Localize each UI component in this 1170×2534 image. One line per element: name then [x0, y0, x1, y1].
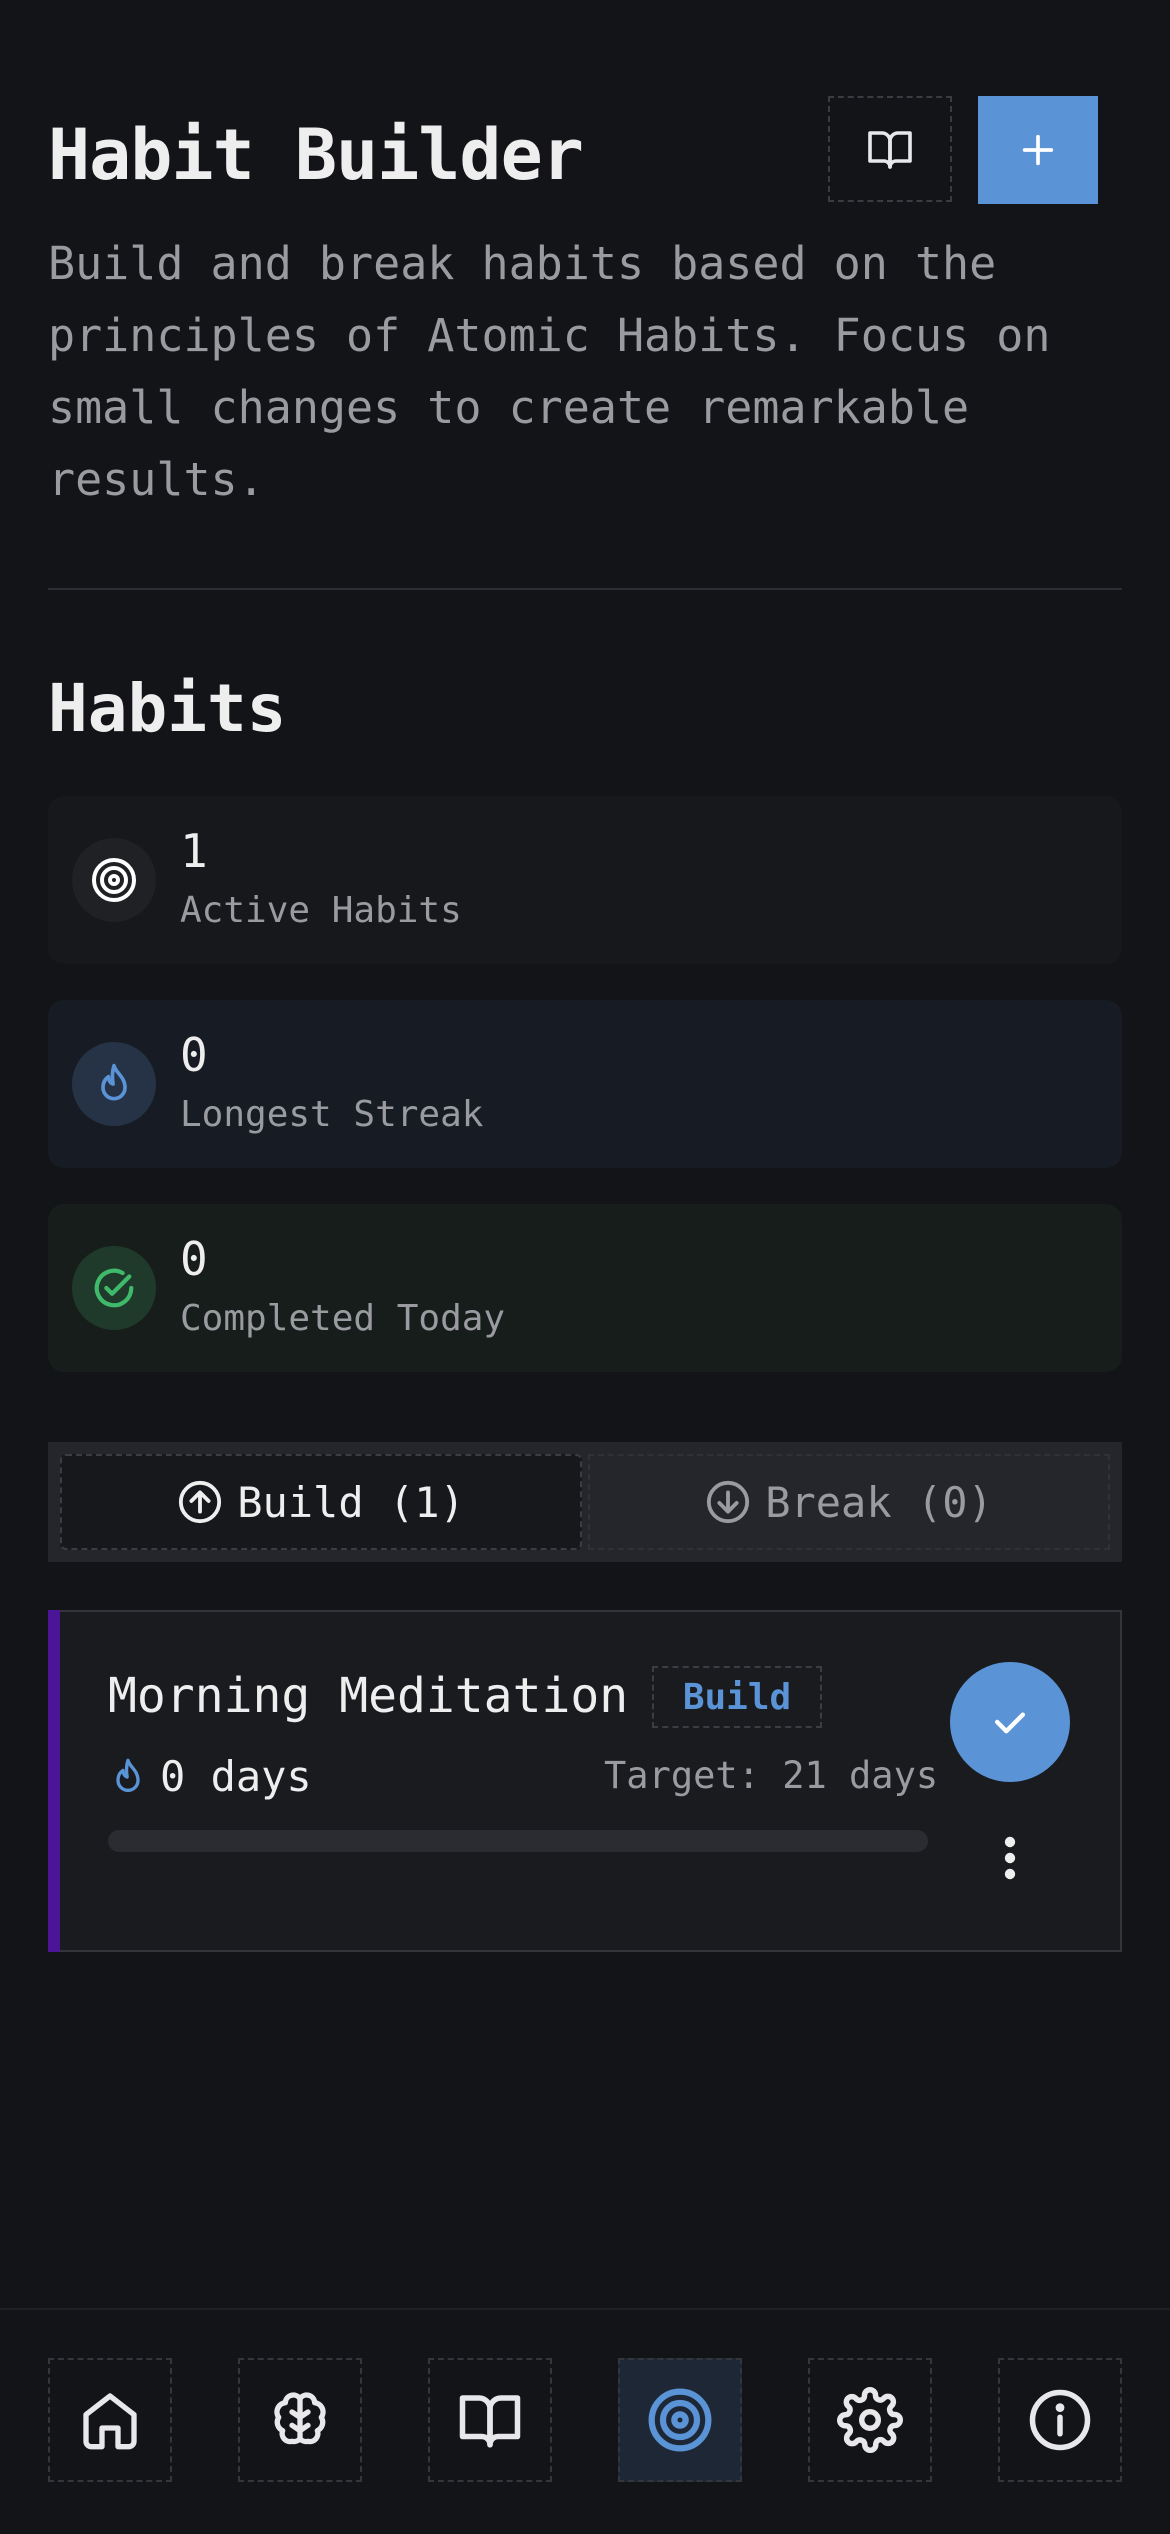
habit-color-stripe: [48, 1610, 60, 1952]
flame-icon: [116, 1758, 140, 1792]
habit-progress-bar: [108, 1830, 928, 1852]
nav-settings[interactable]: [808, 2358, 932, 2482]
plus-icon: [1022, 134, 1054, 166]
flame-icon: [72, 1042, 156, 1126]
divider: [48, 588, 1122, 590]
target-icon: [648, 2388, 712, 2452]
tab-build[interactable]: Build (1): [60, 1454, 582, 1550]
habit-streak: 0 days: [108, 1752, 312, 1801]
stat-value: 1: [180, 824, 208, 878]
target-icon: [72, 838, 156, 922]
nav-about[interactable]: [998, 2358, 1122, 2482]
complete-habit-button[interactable]: [950, 1662, 1070, 1782]
guide-button[interactable]: [828, 96, 952, 202]
section-title: Habits: [48, 670, 287, 747]
check-circle-icon: [72, 1246, 156, 1330]
gear-icon: [837, 2387, 903, 2453]
nav-journal[interactable]: [428, 2358, 552, 2482]
book-open-icon: [459, 2395, 521, 2448]
add-habit-button[interactable]: [978, 96, 1098, 204]
info-icon: [1029, 2389, 1091, 2451]
book-open-icon: [868, 131, 912, 169]
stat-card-longest-streak: 0 Longest Streak: [48, 1000, 1122, 1168]
stat-value: 0: [180, 1232, 208, 1286]
streak-value: 0 days: [160, 1752, 312, 1801]
stat-label: Longest Streak: [180, 1094, 484, 1135]
tab-label: Build (1): [237, 1477, 465, 1527]
arrow-down-circle-icon: [707, 1480, 750, 1524]
habit-type-badge: Build: [652, 1666, 822, 1728]
habit-name: Morning Meditation: [108, 1668, 629, 1724]
habit-type-tabs: Build (1) Break (0): [48, 1442, 1122, 1562]
nav-brain[interactable]: [238, 2358, 362, 2482]
home-icon: [83, 2393, 137, 2450]
tab-label: Break (0): [765, 1477, 993, 1527]
more-vertical-icon: [1004, 1836, 1016, 1880]
brain-icon: [274, 2392, 326, 2445]
stat-card-active-habits: 1 Active Habits: [48, 796, 1122, 964]
page-title: Habit Builder: [48, 114, 584, 196]
page-subtitle: Build and break habits based on the prin…: [48, 237, 1051, 506]
nav-home[interactable]: [48, 2358, 172, 2482]
stat-label: Active Habits: [180, 890, 462, 931]
nav-habits[interactable]: [618, 2358, 742, 2482]
stat-card-completed-today: 0 Completed Today: [48, 1204, 1122, 1372]
habit-card[interactable]: Morning Meditation Build 0 days Target: …: [48, 1610, 1122, 1952]
tab-break[interactable]: Break (0): [588, 1454, 1110, 1550]
arrow-up-circle-icon: [179, 1480, 222, 1524]
stat-label: Completed Today: [180, 1298, 506, 1339]
habit-target: Target: 21 days: [604, 1754, 939, 1797]
bottom-nav: [0, 2308, 1170, 2534]
check-icon: [994, 1712, 1026, 1734]
stat-value: 0: [180, 1028, 208, 1082]
more-options-button[interactable]: [990, 1830, 1030, 1886]
